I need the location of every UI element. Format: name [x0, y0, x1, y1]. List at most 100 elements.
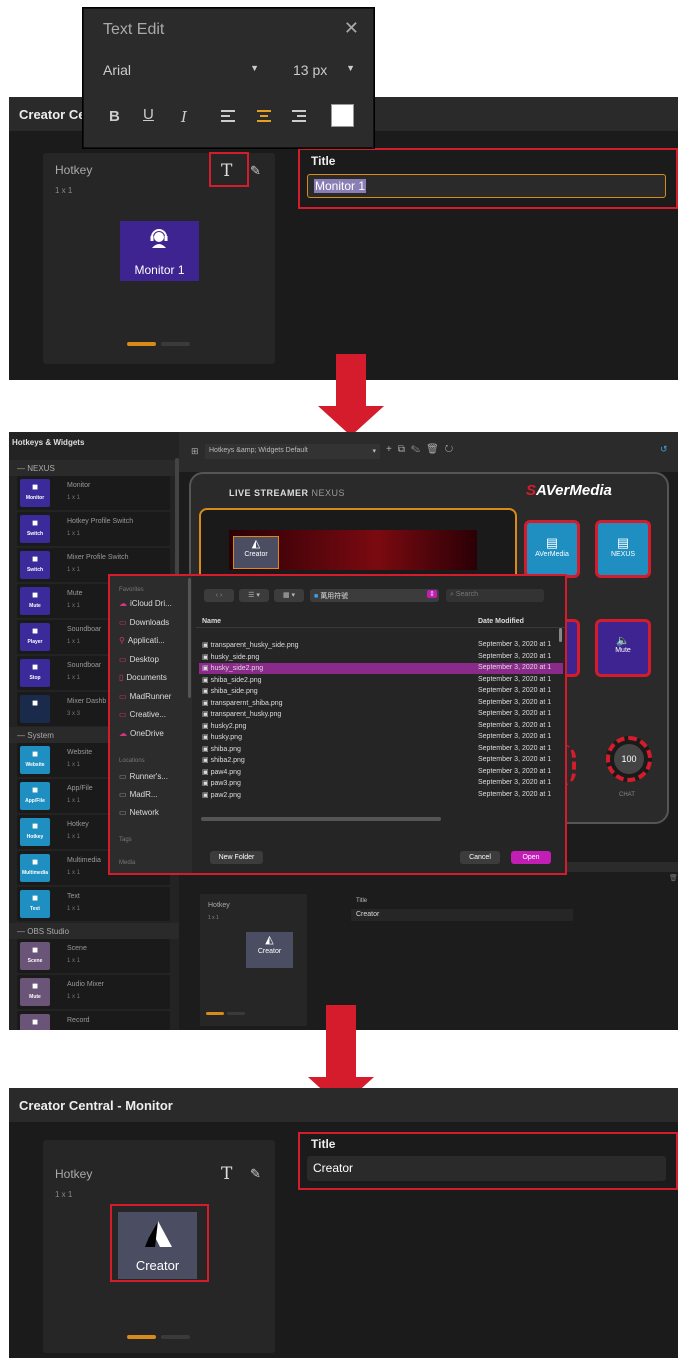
page-indicator-active[interactable] [127, 342, 156, 346]
sidebar-favorite-item[interactable]: ▭ Creative... [119, 710, 166, 719]
text-color-swatch[interactable] [331, 104, 354, 127]
vertical-scrollbar[interactable] [559, 628, 562, 642]
refresh-icon[interactable]: ↺ [660, 444, 668, 455]
size-select[interactable]: 13 px ▼ [293, 62, 355, 78]
new-folder-button[interactable]: New Folder [210, 851, 263, 864]
widget-icon: ■ Text [20, 890, 50, 918]
sidebar-scrollbar[interactable] [188, 578, 191, 698]
cancel-button[interactable]: Cancel [460, 851, 500, 864]
title-input[interactable]: Creator [351, 909, 573, 921]
file-row[interactable]: ▣ husky.png September 3, 2020 at 1 [199, 732, 563, 743]
column-name-header[interactable]: Name [202, 618, 221, 625]
widget-item[interactable]: ■ Monitor Monitor 1 x 1 [17, 476, 170, 510]
file-row[interactable]: ▣ paw3.png September 3, 2020 at 1 [199, 778, 563, 789]
highlight-creator-key [110, 1204, 209, 1282]
page-indicator[interactable] [161, 1335, 190, 1339]
file-list-header: Name Date Modified [196, 616, 565, 628]
pencil-icon[interactable]: ✎ [250, 163, 261, 179]
widget-icon: ■ Scene [20, 942, 50, 970]
folder-icon: ■ [314, 593, 319, 600]
image-file-icon: ▣ [202, 734, 209, 741]
pencil-icon[interactable]: ✎ [250, 1166, 261, 1182]
sidebar-favorite-item[interactable]: ▭ Downloads [119, 618, 169, 627]
sidebar-favorite-item[interactable]: ▭ MadRunner [119, 692, 171, 701]
file-row[interactable]: ▣ husky_side2.png September 3, 2020 at 1 [199, 663, 563, 674]
widget-icon: ■ [20, 695, 50, 723]
widget-item[interactable]: ■ Record [17, 1011, 170, 1030]
sidebar-location-item[interactable]: ▭ Runner's... [119, 772, 168, 781]
file-row[interactable]: ▣ shiba.png September 3, 2020 at 1 [199, 744, 563, 755]
hotkey-key-creator[interactable]: ◭ Creator [246, 932, 293, 968]
device-key-nexus[interactable]: ▤ NEXUS [595, 520, 651, 578]
underline-button[interactable]: U [143, 106, 154, 123]
file-row[interactable]: ▣ husky2.png September 3, 2020 at 1 [199, 721, 563, 732]
sidebar-section-obs[interactable]: — OBS Studio [9, 923, 179, 939]
panel-hotkeys-widgets: Hotkeys & Widgets — NEXUS — System — OBS… [9, 432, 678, 1030]
page-indicator-active[interactable] [127, 1335, 156, 1339]
bold-button[interactable]: B [109, 108, 120, 125]
hotkey-card-size: 1 x 1 [55, 1190, 73, 1199]
widget-item[interactable]: ■ Mute Audio Mixer 1 x 1 [17, 975, 170, 1009]
sidebar-favorite-item[interactable]: ☁ iCloud Dri... [119, 599, 172, 608]
italic-button[interactable]: I [181, 108, 187, 126]
knob-chat[interactable]: 100 [606, 736, 652, 782]
page-indicator[interactable] [227, 1012, 245, 1015]
list-view-button[interactable]: ☰ ▾ [239, 589, 269, 602]
font-select[interactable]: Arial ▼ [103, 62, 259, 78]
widget-item[interactable]: ■ Scene Scene 1 x 1 [17, 939, 170, 973]
device-key-mute[interactable]: 🔈 Mute [595, 619, 651, 677]
widget-icon: ■ Monitor [20, 479, 50, 507]
file-row[interactable]: ▣ transparent_husky_side.png September 3,… [199, 640, 563, 651]
sidebar-location-item[interactable]: ▭ MadR... [119, 790, 158, 799]
sidebar-favorite-item[interactable]: ▯ Documents [119, 673, 167, 682]
image-file-icon: ▣ [202, 699, 209, 707]
sidebar-favorite-item[interactable]: ☁ OneDrive [119, 729, 164, 738]
sidebar-favorite-item[interactable]: ▭ Desktop [119, 655, 159, 664]
column-date-header[interactable]: Date Modified [478, 618, 524, 625]
file-row[interactable]: ▣ paw4.png September 3, 2020 at 1 [199, 767, 563, 778]
profile-select[interactable]: Hotkeys &amp; Widgets Default ▾ [205, 444, 380, 459]
profile-actions[interactable]: +⧉✎🗑↻ [386, 444, 459, 455]
page-indicator[interactable] [161, 342, 190, 346]
file-open-dialog: Favorites ☁ iCloud Dri... ▭ Downloads ⚲ Appli… [108, 574, 567, 875]
screen-key-creator[interactable]: ◭ Creator [233, 536, 279, 569]
file-row[interactable]: ▣ shiba2.png September 3, 2020 at 1 [199, 755, 563, 766]
align-left-icon[interactable] [221, 110, 236, 123]
hotkey-key-monitor[interactable]: Monitor 1 [120, 221, 199, 281]
widget-icon: ■ Switch [20, 551, 50, 579]
widget-icon: ■ [20, 1014, 50, 1030]
text-edit-popup: Text Edit ✕ Arial ▼ 13 px ▼ B U I [83, 8, 374, 148]
sidebar-location-item[interactable]: ▭ Network [119, 808, 159, 817]
back-forward-buttons[interactable]: ‹ › [204, 589, 234, 602]
file-row[interactable]: ▣ shiba_side.png September 3, 2020 at 1 [199, 686, 563, 697]
widget-size: 1 x 1 [67, 603, 81, 609]
chevron-updown-icon: ⇕ [427, 590, 437, 598]
widget-item[interactable]: ■ Switch Hotkey Profile Switch 1 x 1 [17, 512, 170, 546]
widget-name: Audio Mixer [67, 981, 104, 988]
grid-view-button[interactable]: ▦ ▾ [274, 589, 304, 602]
widget-size: 1 x 1 [67, 958, 81, 964]
file-row[interactable]: ▣ shiba_side2.png September 3, 2020 at 1 [199, 675, 563, 686]
sidebar-favorite-item[interactable]: ⚲ Applicati... [119, 636, 165, 645]
close-icon[interactable]: ✕ [344, 18, 359, 39]
knob-label: CHAT [619, 792, 635, 798]
align-center-icon[interactable] [257, 110, 272, 123]
folder-select[interactable]: ■ 萬用符號 ⇕ [310, 589, 439, 602]
image-file-icon: ▣ [202, 745, 209, 753]
horizontal-scrollbar[interactable] [201, 817, 441, 821]
device-key-avermedia[interactable]: ▤ AVerMedia [524, 520, 580, 578]
image-file-icon: ▣ [202, 722, 209, 730]
widget-item[interactable]: ■ Text Text 1 x 1 [17, 887, 170, 921]
open-button[interactable]: Open [511, 851, 551, 864]
text-edit-icon[interactable]: T [221, 1164, 232, 1184]
page-indicator-active[interactable] [206, 1012, 224, 1015]
tags-label: Tags [119, 837, 132, 843]
file-row[interactable]: ▣ paw2.png September 3, 2020 at 1 [199, 790, 563, 801]
trash-icon[interactable]: 🗑 [669, 874, 678, 882]
align-right-icon[interactable] [292, 110, 307, 123]
search-input[interactable]: ⌕ Search [446, 589, 544, 602]
file-row[interactable]: ▣ transparent_husky.png September 3, 2020… [199, 709, 563, 720]
file-row[interactable]: ▣ husky_side.png September 3, 2020 at 1 [199, 652, 563, 663]
file-row[interactable]: ▣ transparernt_shiba.png September 3, 202… [199, 698, 563, 709]
sidebar-section-nexus[interactable]: — NEXUS [9, 460, 179, 476]
